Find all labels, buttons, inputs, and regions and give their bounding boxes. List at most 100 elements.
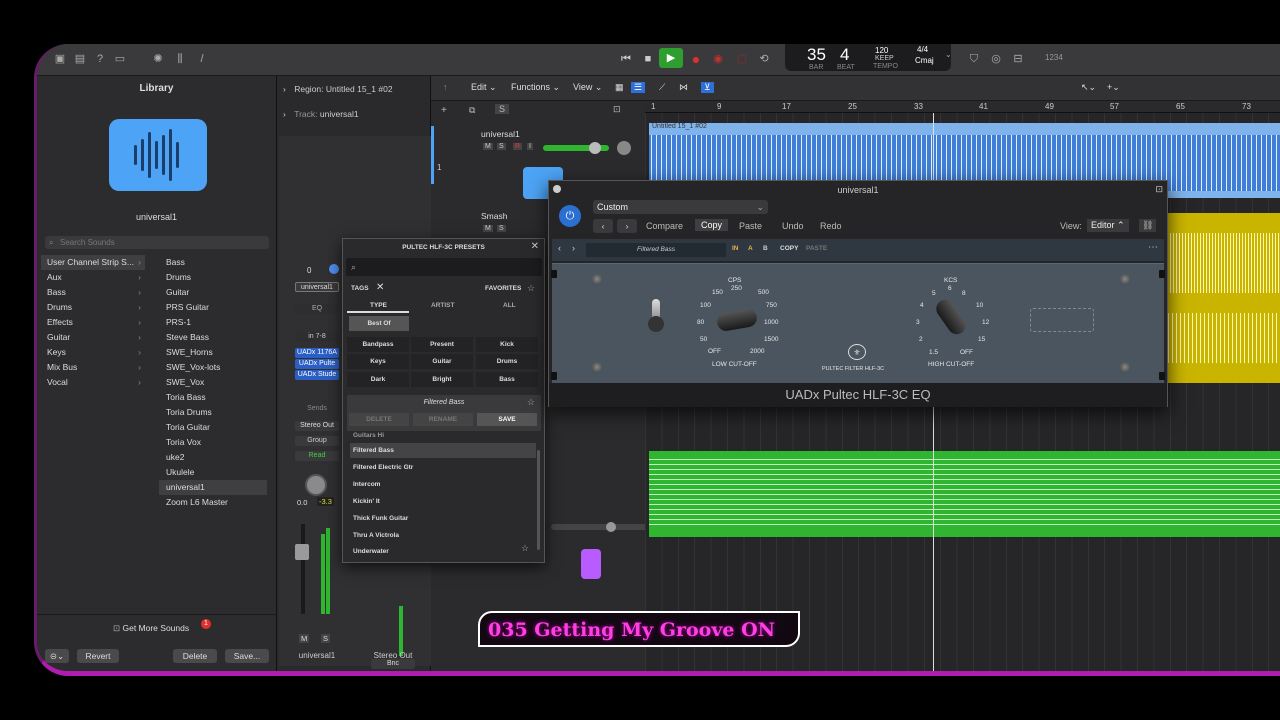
track-solo-button[interactable]: S (497, 225, 506, 232)
solo-button[interactable]: S (397, 674, 406, 676)
track-pan-knob[interactable] (617, 141, 631, 155)
patch-item[interactable]: SWE_Vox (159, 375, 267, 390)
timeline-ruler[interactable]: 1 9 17 25 33 41 49 57 65 73 (645, 101, 1280, 113)
delete-button[interactable]: Delete (173, 649, 217, 663)
track-inspector-header[interactable]: › Track: universal1 (283, 109, 359, 119)
more-options-icon[interactable]: ⋯ (1148, 242, 1158, 253)
input-slot[interactable]: in 7-8 (295, 332, 339, 342)
solo-icon[interactable]: ◎ (989, 52, 1003, 66)
s-button[interactable]: S (495, 104, 510, 114)
secondary-tool-icon[interactable]: +⌄ (1107, 82, 1120, 93)
undo-button[interactable]: Undo (782, 221, 804, 231)
track-solo-button[interactable]: S (497, 143, 506, 150)
replace-icon[interactable]: ▢ (735, 52, 749, 66)
record-icon[interactable]: ● (689, 52, 703, 66)
close-icon[interactable]: ✕ (531, 241, 539, 252)
eq-slot[interactable]: EQ (295, 304, 339, 314)
next-preset-icon[interactable]: › (572, 243, 575, 253)
category-item[interactable]: Vocal › (41, 375, 145, 390)
patch-item[interactable]: Bass (159, 255, 267, 270)
cycle-icon[interactable]: ⟲ (757, 52, 771, 66)
delete-preset-button[interactable]: DELETE (349, 413, 409, 426)
all-tab[interactable]: ALL (503, 302, 516, 309)
patch-item[interactable]: Toria Bass (159, 390, 267, 405)
preset-item-selected[interactable]: Filtered Bass (350, 443, 536, 458)
star-icon[interactable]: ☆ (527, 397, 535, 408)
duplicate-track-icon[interactable]: ⧉ (469, 105, 475, 116)
artist-tab[interactable]: ARTIST (431, 302, 454, 309)
high-cutoff-knob[interactable] (932, 296, 970, 338)
automation-slot[interactable]: Read (295, 451, 339, 461)
save-preset-button[interactable]: SAVE (477, 413, 537, 426)
get-more-sounds-button[interactable]: ⊡ Get More Sounds (113, 623, 189, 634)
catch-icon[interactable]: ⊻ (701, 82, 714, 93)
track-input-button[interactable]: I (527, 143, 533, 150)
smart-controls-icon[interactable]: ✺ (151, 52, 165, 66)
stop-icon[interactable]: ■ (641, 52, 655, 66)
category-item[interactable]: Keys › (41, 345, 145, 360)
midi-region-green[interactable] (649, 451, 1280, 537)
patch-item[interactable]: Zoom L6 Master (159, 495, 267, 510)
track-volume-slider[interactable] (551, 524, 647, 530)
preset-item[interactable]: Underwater (350, 544, 536, 559)
track-volume-knob[interactable] (606, 522, 616, 532)
preset-item[interactable]: Thick Funk Guitar (350, 511, 536, 526)
preset-select[interactable]: Custom ⌄ (593, 200, 768, 214)
setting-slot[interactable]: universal1 (295, 282, 339, 292)
clear-tags-icon[interactable]: ✕ (376, 282, 384, 293)
view-menu[interactable]: View ⌄ (573, 82, 602, 93)
group-slot[interactable]: Group (295, 436, 339, 446)
low-cutoff-knob[interactable] (715, 307, 759, 333)
patch-item[interactable]: Drums (159, 270, 267, 285)
add-track-icon[interactable]: + (441, 105, 447, 116)
preset-item[interactable]: Kickin' It (350, 494, 536, 509)
view-select[interactable]: Editor ⌃ (1087, 219, 1129, 232)
audio-region-yellow[interactable] (1165, 213, 1280, 383)
tuner-icon[interactable]: ⛉ (967, 52, 981, 66)
pan-knob[interactable] (305, 474, 327, 496)
functions-menu[interactable]: Functions ⌄ (511, 82, 560, 93)
star-icon[interactable]: ☆ (521, 543, 529, 554)
in-button[interactable]: IN (732, 245, 739, 252)
rename-preset-button[interactable]: RENAME (413, 413, 473, 426)
a-button[interactable]: A (748, 245, 753, 252)
compare-button[interactable]: Compare (646, 221, 683, 231)
mixer-icon[interactable]: ⫼ (173, 52, 187, 66)
capture-record-icon[interactable]: ◉ (711, 52, 725, 66)
inspector-icon[interactable]: ▤ (73, 52, 87, 66)
bounce-button[interactable]: Bnc (371, 659, 415, 669)
resize-icon[interactable]: ⊡ (1155, 184, 1163, 195)
uad-copy-button[interactable]: COPY (780, 245, 798, 252)
tag-button[interactable]: Dark (347, 372, 409, 387)
type-tab[interactable]: TYPE (370, 302, 387, 309)
volume-fader[interactable] (295, 544, 309, 560)
preset-item[interactable]: Guitars Hi (350, 432, 536, 443)
chevron-down-icon[interactable]: ⌄ (945, 50, 952, 59)
tag-button[interactable]: Bright (411, 372, 473, 387)
tag-button[interactable]: Kick (476, 337, 538, 352)
power-icon[interactable]: ⏻ (559, 205, 581, 227)
input-monitor-icon[interactable] (329, 264, 339, 274)
star-icon[interactable]: ☆ (527, 283, 535, 294)
b-button[interactable]: B (763, 245, 768, 252)
search-sounds-input[interactable]: ⌕ Search Sounds (45, 236, 269, 249)
category-item[interactable]: Aux › (41, 270, 145, 285)
editors-icon[interactable]: / (195, 52, 209, 66)
help-icon[interactable]: ? (93, 52, 107, 66)
patch-item[interactable]: Toria Drums (159, 405, 267, 420)
link-icon[interactable]: ⛓ (1139, 219, 1157, 232)
up-arrow-icon[interactable]: ↑ (443, 82, 448, 92)
patch-item[interactable]: PRS Guitar (159, 300, 267, 315)
paste-button[interactable]: Paste (739, 221, 762, 231)
mute-button[interactable]: M (299, 634, 310, 643)
tag-button[interactable]: Bandpass (347, 337, 409, 352)
category-item[interactable]: Bass › (41, 285, 145, 300)
revert-button[interactable]: Revert (77, 649, 119, 663)
category-item[interactable]: Mix Bus › (41, 360, 145, 375)
patch-item[interactable]: Ukulele (159, 465, 267, 480)
patch-item[interactable]: Toria Guitar (159, 420, 267, 435)
patch-item-selected[interactable]: universal1 (159, 480, 267, 495)
rewind-icon[interactable]: ⏮ (619, 52, 633, 66)
edit-menu[interactable]: Edit ⌄ (471, 82, 497, 93)
plugin-slot[interactable]: UADx Pulte (295, 359, 339, 369)
